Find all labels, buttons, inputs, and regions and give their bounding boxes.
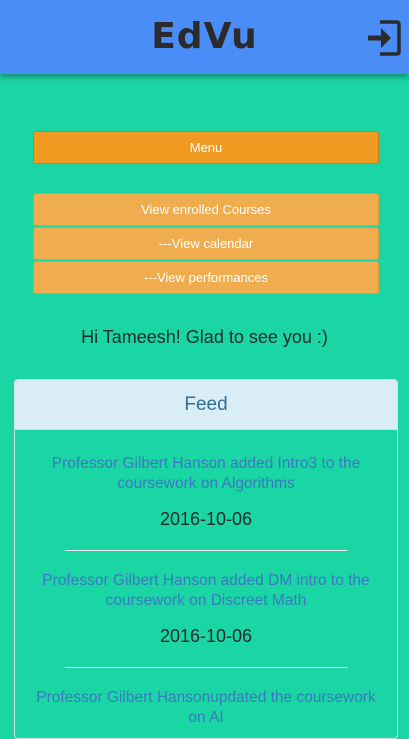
- top-navbar: EdVu: [0, 0, 409, 74]
- view-enrolled-courses-button[interactable]: View enrolled Courses: [33, 193, 379, 226]
- feed-divider: [65, 550, 347, 551]
- view-performances-button[interactable]: ---View performances: [33, 261, 379, 294]
- welcome-message: Hi Tameesh! Glad to see you :): [81, 327, 328, 347]
- feed-divider: [65, 667, 347, 668]
- feed-item-text[interactable]: Professor Gilbert Hansonupdated the cour…: [26, 688, 386, 728]
- app-brand[interactable]: EdVu: [0, 14, 409, 60]
- feed-item: Professor Gilbert Hansonupdated the cour…: [15, 688, 397, 728]
- feed-panel: Feed Professor Gilbert Hanson added Intr…: [14, 379, 398, 739]
- menu-toggle-button[interactable]: Menu: [33, 131, 379, 164]
- feed-title: Feed: [15, 380, 397, 430]
- feed-item-text[interactable]: Professor Gilbert Hanson added Intro3 to…: [26, 454, 386, 494]
- feed-item-date: 2016-10-06: [159, 626, 253, 646]
- sign-in-icon[interactable]: [366, 19, 402, 57]
- feed-item: Professor Gilbert Hanson added DM intro …: [15, 571, 397, 648]
- feed-item-text[interactable]: Professor Gilbert Hanson added DM intro …: [26, 571, 386, 611]
- feed-item-date: 2016-10-06: [159, 509, 253, 529]
- feed-item: Professor Gilbert Hanson added Intro3 to…: [15, 454, 397, 531]
- view-calendar-button[interactable]: ---View calendar: [33, 227, 379, 260]
